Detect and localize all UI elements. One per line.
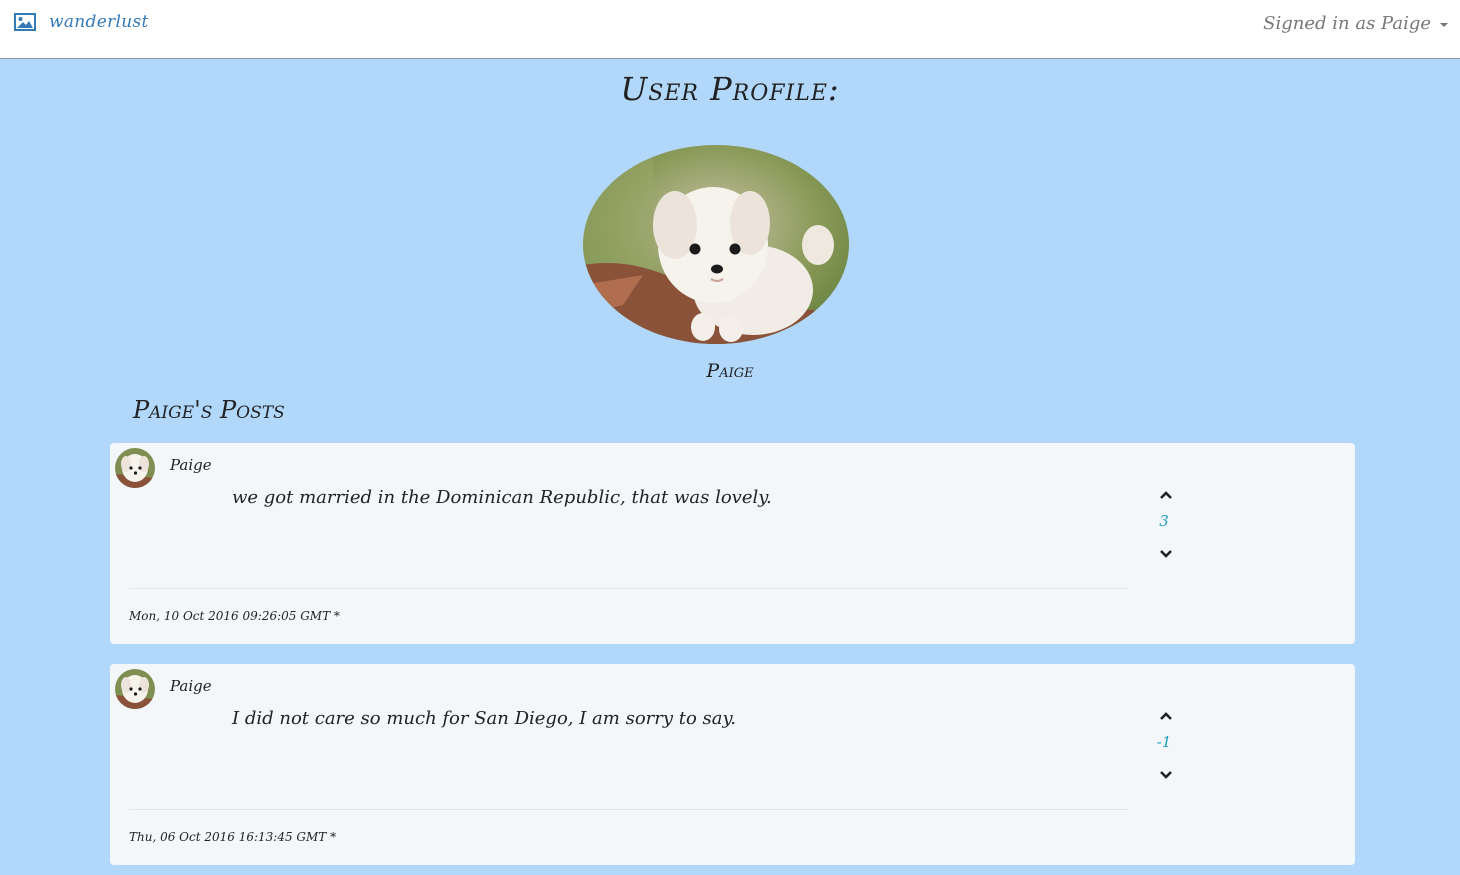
posts-heading: Paige's Posts	[133, 396, 285, 424]
post-author-avatar	[115, 669, 155, 709]
post-card: Paige I did not care so much for San Die…	[110, 664, 1355, 865]
post-author: Paige	[170, 456, 212, 474]
post-author-avatar	[115, 448, 155, 488]
user-menu-toggle[interactable]: Signed in as Paige	[1263, 13, 1448, 34]
vote-count: 3	[1159, 512, 1169, 530]
page-title: User Profile:	[620, 70, 840, 108]
post-date: Thu, 06 Oct 2016 16:13:45 GMT *	[129, 830, 337, 844]
post-body: we got married in the Dominican Republic…	[232, 487, 772, 508]
chevron-down-icon[interactable]	[1160, 770, 1172, 780]
post-body: I did not care so much for San Diego, I …	[232, 708, 737, 729]
chevron-up-icon[interactable]	[1160, 490, 1172, 500]
profile-name: Paige	[706, 360, 754, 382]
post-date: Mon, 10 Oct 2016 09:26:05 GMT *	[129, 609, 340, 623]
chevron-down-icon[interactable]	[1160, 549, 1172, 559]
chevron-up-icon[interactable]	[1160, 711, 1172, 721]
brand-name: wanderlust	[49, 12, 149, 32]
caret-down-icon	[1440, 23, 1448, 27]
post-divider	[129, 588, 1128, 589]
post-divider	[129, 809, 1128, 810]
vote-count: -1	[1156, 733, 1172, 751]
post-card: Paige we got married in the Dominican Re…	[110, 443, 1355, 644]
signed-in-label: Signed in as Paige	[1263, 13, 1431, 34]
brand-link[interactable]: wanderlust	[14, 10, 149, 34]
post-author: Paige	[170, 677, 212, 695]
navbar: wanderlust Signed in as Paige	[0, 0, 1460, 59]
image-icon	[14, 13, 36, 31]
profile-avatar	[583, 145, 849, 344]
